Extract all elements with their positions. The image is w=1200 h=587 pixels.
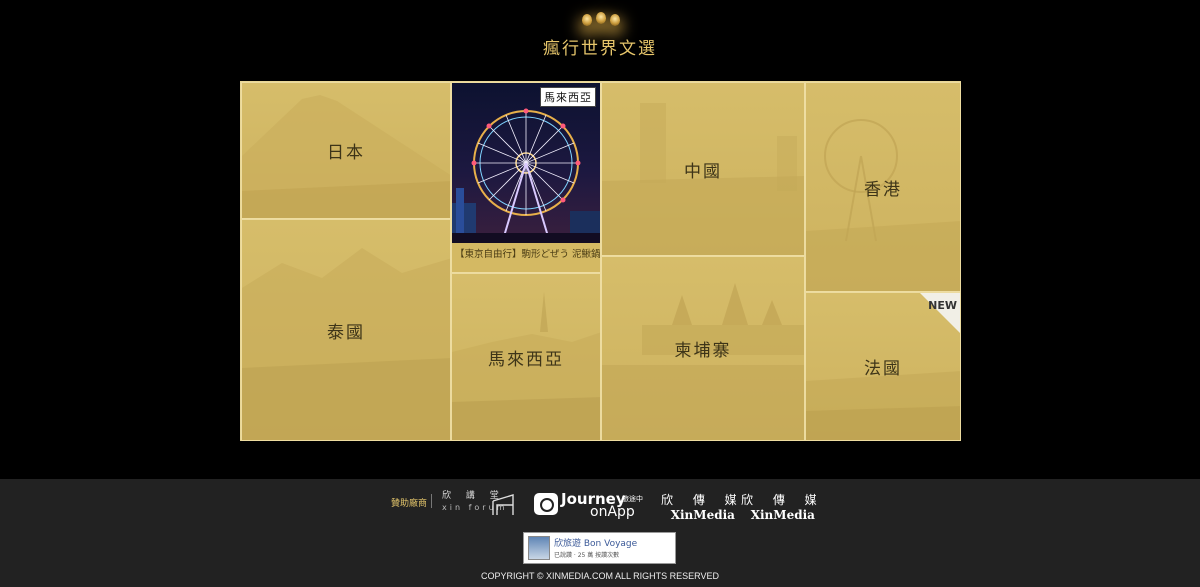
- header: 瘋行世界文選: [0, 0, 1200, 70]
- tile-label: 香港: [864, 179, 902, 200]
- xinmedia-en: XinMedia: [670, 508, 735, 522]
- tile-china[interactable]: 中國: [601, 82, 805, 256]
- divider: [431, 494, 432, 508]
- journey-on: onApp: [590, 504, 635, 520]
- copyright: COPYRIGHT © XINMEDIA.COM ALL RIGHTS RESE…: [480, 571, 719, 581]
- podium-icon: [492, 494, 514, 515]
- tile-thailand[interactable]: 泰國: [241, 219, 451, 441]
- tile-label: 中國: [684, 161, 722, 182]
- ferris-wheel-icon: [452, 108, 600, 244]
- tile-label: 法國: [864, 359, 902, 379]
- xinmedia-en: XinMedia: [750, 508, 815, 522]
- xinmedia-logo-2[interactable]: 欣 傳 媒 XinMedia: [741, 491, 825, 522]
- tile-japan[interactable]: 日本: [241, 82, 451, 219]
- tile-cambodia[interactable]: 柬埔寨: [601, 256, 805, 441]
- xinmedia-logo[interactable]: 欣 傳 媒 XinMedia: [661, 491, 745, 522]
- featured-country-tag: 馬來西亞: [540, 87, 596, 107]
- tile-label: 泰國: [327, 322, 365, 343]
- tile-france[interactable]: NEW 法國: [805, 292, 961, 441]
- tile-malaysia[interactable]: 馬來西亞: [451, 273, 601, 441]
- tile-hongkong[interactable]: 香港: [805, 82, 961, 292]
- xinmedia-zh: 欣 傳 媒: [661, 493, 745, 507]
- xinmedia-zh: 欣 傳 媒: [741, 493, 825, 507]
- featured-article-card[interactable]: 馬來西亞 【東京自由行】駒形どぜう 泥鰍鍋: [451, 82, 601, 273]
- page-title: 瘋行世界文選: [543, 39, 657, 59]
- camera-icon: [534, 493, 558, 515]
- new-badge-label: NEW: [928, 299, 957, 312]
- featured-image: [452, 83, 600, 244]
- tile-label: 柬埔寨: [674, 341, 732, 361]
- facebook-like-count: 已說讚 · 25 萬 按讚次數: [554, 552, 620, 559]
- page-thumbnail: [528, 536, 550, 560]
- tile-label: 馬來西亞: [488, 349, 564, 370]
- footer: 贊助廠商 欣 講 堂 xin forum Journey 旅途中 onApp 欣…: [0, 479, 1200, 587]
- featured-caption[interactable]: 【東京自由行】駒形どぜう 泥鰍鍋: [455, 246, 600, 260]
- sponsor-label: 贊助廠商: [391, 499, 428, 509]
- tile-label: 日本: [327, 143, 365, 163]
- page: 瘋行世界文選 日本 泰國 馬來西亞 【東京自由行】駒形どぜう 泥鰍鍋 馬來西亞 …: [0, 0, 1200, 587]
- facebook-like-box[interactable]: 欣旅遊 Bon Voyage 已說讚 · 25 萬 按讚次數: [523, 532, 676, 564]
- destination-grid: 日本 泰國 馬來西亞 【東京自由行】駒形どぜう 泥鰍鍋 馬來西亞 中國 柬埔寨 …: [240, 81, 961, 441]
- facebook-page-name[interactable]: 欣旅遊 Bon Voyage: [554, 536, 637, 549]
- journey-sub: 旅途中: [622, 495, 643, 503]
